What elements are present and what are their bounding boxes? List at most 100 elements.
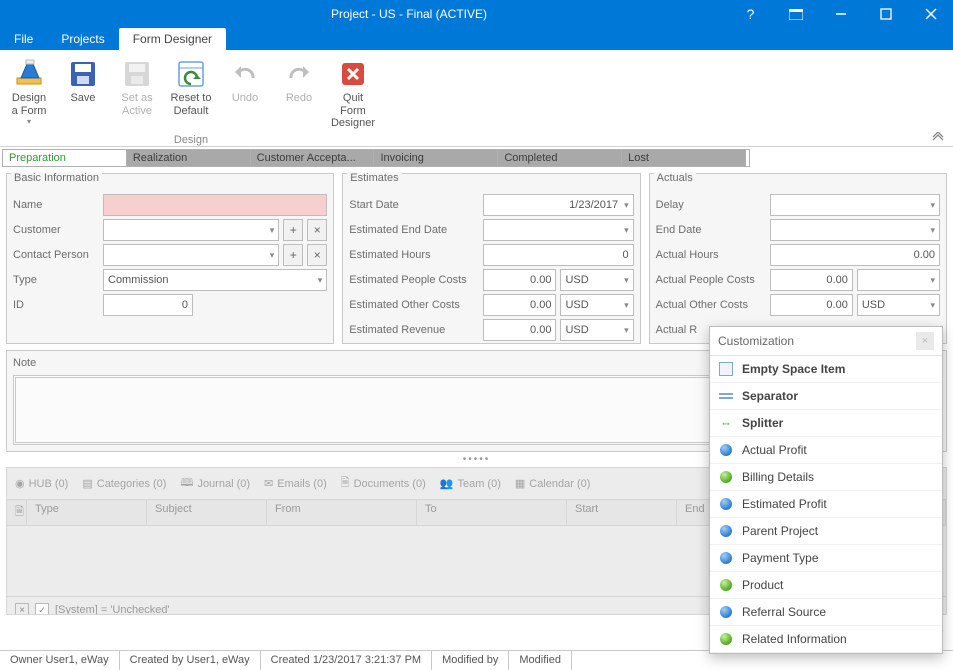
popup-item-separator[interactable]: Separator (710, 383, 942, 410)
popup-item-estimated-profit[interactable]: Estimated Profit (710, 491, 942, 518)
label-type: Type (13, 274, 99, 286)
popup-item-empty-space-item[interactable]: Empty Space Item (710, 356, 942, 383)
customization-popup: Customization × Empty Space ItemSeparato… (709, 326, 943, 654)
quit-icon (337, 58, 369, 90)
tab-hub[interactable]: ◉HUB (0) (15, 477, 68, 490)
col-subject[interactable]: Subject (147, 500, 267, 525)
calendar-icon: ▦ (515, 477, 525, 490)
panel-actuals: Actuals Delay ▾ End Date ▾ Actual Hours … (649, 173, 947, 344)
label-contact-person: Contact Person (13, 249, 99, 261)
undo-icon (229, 58, 261, 90)
combo-est-revenue-currency[interactable]: USD▾ (560, 319, 633, 341)
label-est-other-costs: Estimated Other Costs (349, 299, 479, 311)
close-button[interactable] (908, 0, 953, 28)
input-actual-other-costs[interactable]: 0.00 (770, 294, 853, 316)
combo-actual-other-currency[interactable]: USD▾ (857, 294, 940, 316)
tab-team[interactable]: 👥Team (0) (440, 477, 501, 490)
combo-type[interactable]: Commission▾ (103, 269, 327, 291)
col-start[interactable]: Start (567, 500, 677, 525)
ribbon-save[interactable]: Save (58, 54, 108, 109)
col-to[interactable]: To (417, 500, 567, 525)
popup-item-label: Actual Profit (742, 443, 807, 457)
popup-item-splitter[interactable]: ⇔Splitter (710, 410, 942, 437)
journal-icon: 🕮 (180, 474, 193, 493)
separator-icon (718, 388, 734, 404)
input-est-other-costs[interactable]: 0.00 (483, 294, 556, 316)
label-est-hours: Estimated Hours (349, 249, 479, 261)
popup-item-label: Splitter (742, 416, 783, 430)
col-icon[interactable]: 🗎 (7, 500, 27, 525)
menu-file[interactable]: File (0, 28, 47, 50)
input-est-people-costs[interactable]: 0.00 (483, 269, 556, 291)
tab-emails[interactable]: ✉Emails (0) (264, 477, 327, 490)
field-link-icon (718, 469, 734, 485)
popup-item-payment-type[interactable]: Payment Type (710, 545, 942, 572)
panel-title-estimates: Estimates (347, 172, 401, 184)
contact-add-button[interactable]: + (283, 244, 303, 266)
col-type[interactable]: Type (27, 500, 147, 525)
combo-est-people-currency[interactable]: USD▾ (560, 269, 633, 291)
tab-calendar[interactable]: ▦Calendar (0) (515, 477, 591, 490)
field-icon (718, 496, 734, 512)
popup-item-label: Payment Type (742, 551, 819, 565)
field-icon (718, 550, 734, 566)
ribbon-collapse-icon[interactable] (931, 132, 945, 142)
input-est-hours[interactable]: 0 (483, 244, 633, 266)
popup-item-referral-source[interactable]: Referral Source (710, 599, 942, 626)
popup-item-billing-details[interactable]: Billing Details (710, 464, 942, 491)
stage-invoicing[interactable]: Invoicing (374, 150, 498, 166)
stage-preparation[interactable]: Preparation (3, 150, 127, 166)
popup-item-label: Estimated Profit (742, 497, 827, 511)
filter-checkbox[interactable]: ✓ (35, 603, 49, 615)
tab-journal[interactable]: 🕮Journal (0) (180, 474, 250, 493)
combo-est-other-currency[interactable]: USD▾ (560, 294, 633, 316)
stage-lost[interactable]: Lost (622, 150, 746, 166)
field-icon (718, 523, 734, 539)
customer-clear-button[interactable]: × (307, 219, 327, 241)
popup-item-parent-project[interactable]: Parent Project (710, 518, 942, 545)
input-est-end-date[interactable]: ▾ (483, 219, 633, 241)
input-actual-people-costs[interactable]: 0.00 (770, 269, 853, 291)
help-button[interactable]: ? (728, 6, 773, 22)
maximize-button[interactable] (863, 0, 908, 28)
popup-close-button[interactable]: × (916, 332, 934, 350)
ribbon-display-options[interactable] (773, 0, 818, 28)
input-actual-end-date[interactable]: ▾ (770, 219, 940, 241)
ribbon-reset-to-default[interactable]: Reset to Default (166, 54, 216, 121)
popup-item-label: Empty Space Item (742, 362, 845, 376)
stage-customer-acceptance[interactable]: Customer Accepta... (251, 150, 375, 166)
filter-text: [System] = 'Unchecked' (55, 604, 170, 615)
input-est-revenue[interactable]: 0.00 (483, 319, 556, 341)
label-name: Name (13, 199, 99, 211)
input-delay[interactable]: ▾ (770, 194, 940, 216)
popup-item-related-information[interactable]: Related Information (710, 626, 942, 653)
label-actual-hours: Actual Hours (656, 249, 766, 261)
tab-documents[interactable]: 🗎Documents (0) (341, 474, 426, 493)
field-link-icon (718, 577, 734, 593)
ribbon-quit-form-designer[interactable]: Quit Form Designer (328, 54, 378, 134)
stage-realization[interactable]: Realization (127, 150, 251, 166)
input-name[interactable] (103, 194, 327, 216)
popup-item-actual-profit[interactable]: Actual Profit (710, 437, 942, 464)
col-from[interactable]: From (267, 500, 417, 525)
minimize-button[interactable] (818, 0, 863, 28)
input-actual-hours[interactable]: 0.00 (770, 244, 940, 266)
customer-add-button[interactable]: + (283, 219, 303, 241)
contact-clear-button[interactable]: × (307, 244, 327, 266)
label-delay: Delay (656, 199, 766, 211)
menu-form-designer[interactable]: Form Designer (119, 28, 226, 50)
menu-projects[interactable]: Projects (47, 28, 118, 50)
ribbon-redo: Redo (274, 54, 324, 109)
combo-contact-person[interactable]: ▾ (103, 244, 279, 266)
tab-categories[interactable]: ▤Categories (0) (82, 477, 166, 490)
popup-item-product[interactable]: Product (710, 572, 942, 599)
stage-completed[interactable]: Completed (498, 150, 622, 166)
panel-estimates: Estimates Start Date 1/23/2017▾ Estimate… (342, 173, 640, 344)
input-start-date[interactable]: 1/23/2017▾ (483, 194, 633, 216)
input-id[interactable]: 0 (103, 294, 193, 316)
filter-close-button[interactable]: × (15, 603, 29, 615)
ribbon-design-a-form[interactable]: Design a Form ▾ (4, 54, 54, 130)
set-active-icon (121, 58, 153, 90)
combo-customer[interactable]: ▾ (103, 219, 279, 241)
combo-actual-people-currency[interactable]: ▾ (857, 269, 940, 291)
